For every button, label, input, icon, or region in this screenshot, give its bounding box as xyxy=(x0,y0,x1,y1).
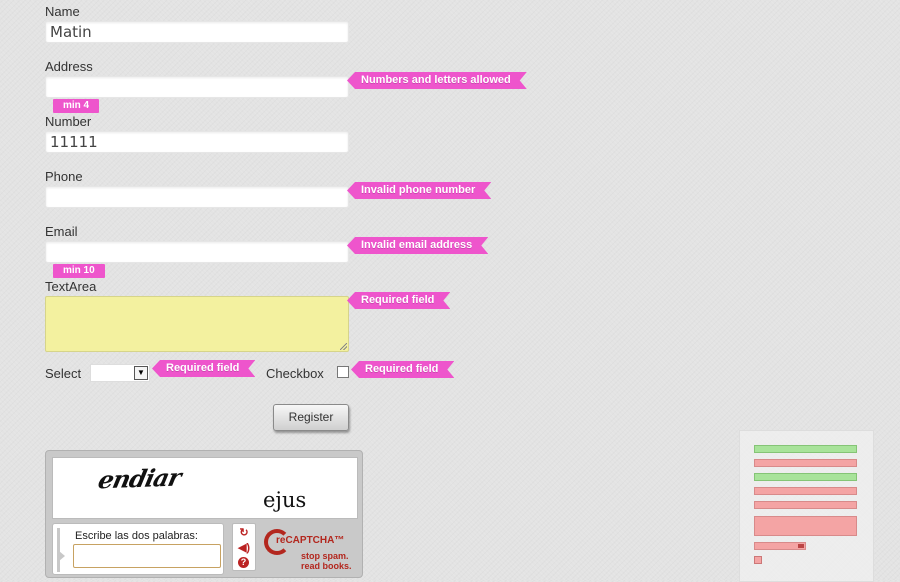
chevron-down-icon[interactable]: ▼ xyxy=(134,366,148,380)
preview-row-valid xyxy=(754,473,857,481)
help-icon[interactable]: ? xyxy=(238,557,249,568)
name-label: Name xyxy=(45,4,80,19)
captcha-word-1: endiar xyxy=(95,462,184,495)
checkbox-label: Checkbox xyxy=(266,366,324,381)
validation-preview xyxy=(739,430,874,582)
address-min-tag: min 4 xyxy=(53,99,100,113)
entry-bar xyxy=(57,528,60,572)
captcha-controls: ↻ ◀) ? xyxy=(232,523,256,571)
captcha-prompt: Escribe las dos palabras: xyxy=(75,530,198,542)
email-label: Email xyxy=(45,224,78,239)
number-label: Number xyxy=(45,114,92,129)
resize-grip-icon[interactable] xyxy=(340,343,347,350)
preview-row-valid xyxy=(754,445,857,453)
recaptcha-widget: endiar ejus Escribe las dos palabras: ↻ … xyxy=(45,450,363,578)
captcha-response-input[interactable] xyxy=(73,544,221,568)
register-button[interactable]: Register xyxy=(273,404,349,431)
select-dropdown[interactable]: ▼ xyxy=(90,364,150,382)
address-error-tip: Numbers and letters allowed xyxy=(347,72,527,89)
recaptcha-logo: reCAPTCHA™ stop spam. read books. xyxy=(264,525,360,573)
preview-chevron-icon xyxy=(798,544,804,548)
phone-error-tip: Invalid phone number xyxy=(347,182,491,199)
address-input[interactable] xyxy=(45,76,349,98)
preview-select-invalid xyxy=(754,542,806,550)
phone-input[interactable] xyxy=(45,186,349,208)
name-input[interactable]: Matin xyxy=(45,21,349,43)
preview-checkbox-invalid xyxy=(754,556,762,564)
number-input[interactable]: 11111 xyxy=(45,131,349,153)
recaptcha-brand: reCAPTCHA™ xyxy=(276,535,345,546)
captcha-word-2: ejus xyxy=(263,488,307,512)
email-error-tip: Invalid email address xyxy=(347,237,488,254)
recaptcha-tagline-2: read books. xyxy=(301,561,352,571)
captcha-entry-panel: Escribe las dos palabras: xyxy=(52,523,224,575)
phone-label: Phone xyxy=(45,169,83,184)
refresh-icon[interactable]: ↻ xyxy=(236,526,252,540)
select-error-tip: Required field xyxy=(152,360,255,377)
preview-textarea-invalid xyxy=(754,516,857,536)
checkbox-error-tip: Required field xyxy=(351,361,454,378)
captcha-image: endiar ejus xyxy=(52,457,358,519)
recaptcha-tagline-1: stop spam. xyxy=(301,551,349,561)
email-input[interactable] xyxy=(45,241,349,263)
textarea-label: TextArea xyxy=(45,279,97,294)
preview-row-invalid xyxy=(754,487,857,495)
preview-row-invalid xyxy=(754,501,857,509)
select-label: Select xyxy=(45,366,82,381)
checkbox[interactable] xyxy=(337,366,349,378)
entry-arrow-icon xyxy=(59,551,65,561)
textarea-error-tip: Required field xyxy=(347,292,450,309)
preview-row-invalid xyxy=(754,459,857,467)
audio-icon[interactable]: ◀) xyxy=(236,541,252,555)
address-label: Address xyxy=(45,59,93,74)
email-min-tag: min 10 xyxy=(53,264,105,278)
textarea-input[interactable] xyxy=(45,296,349,352)
